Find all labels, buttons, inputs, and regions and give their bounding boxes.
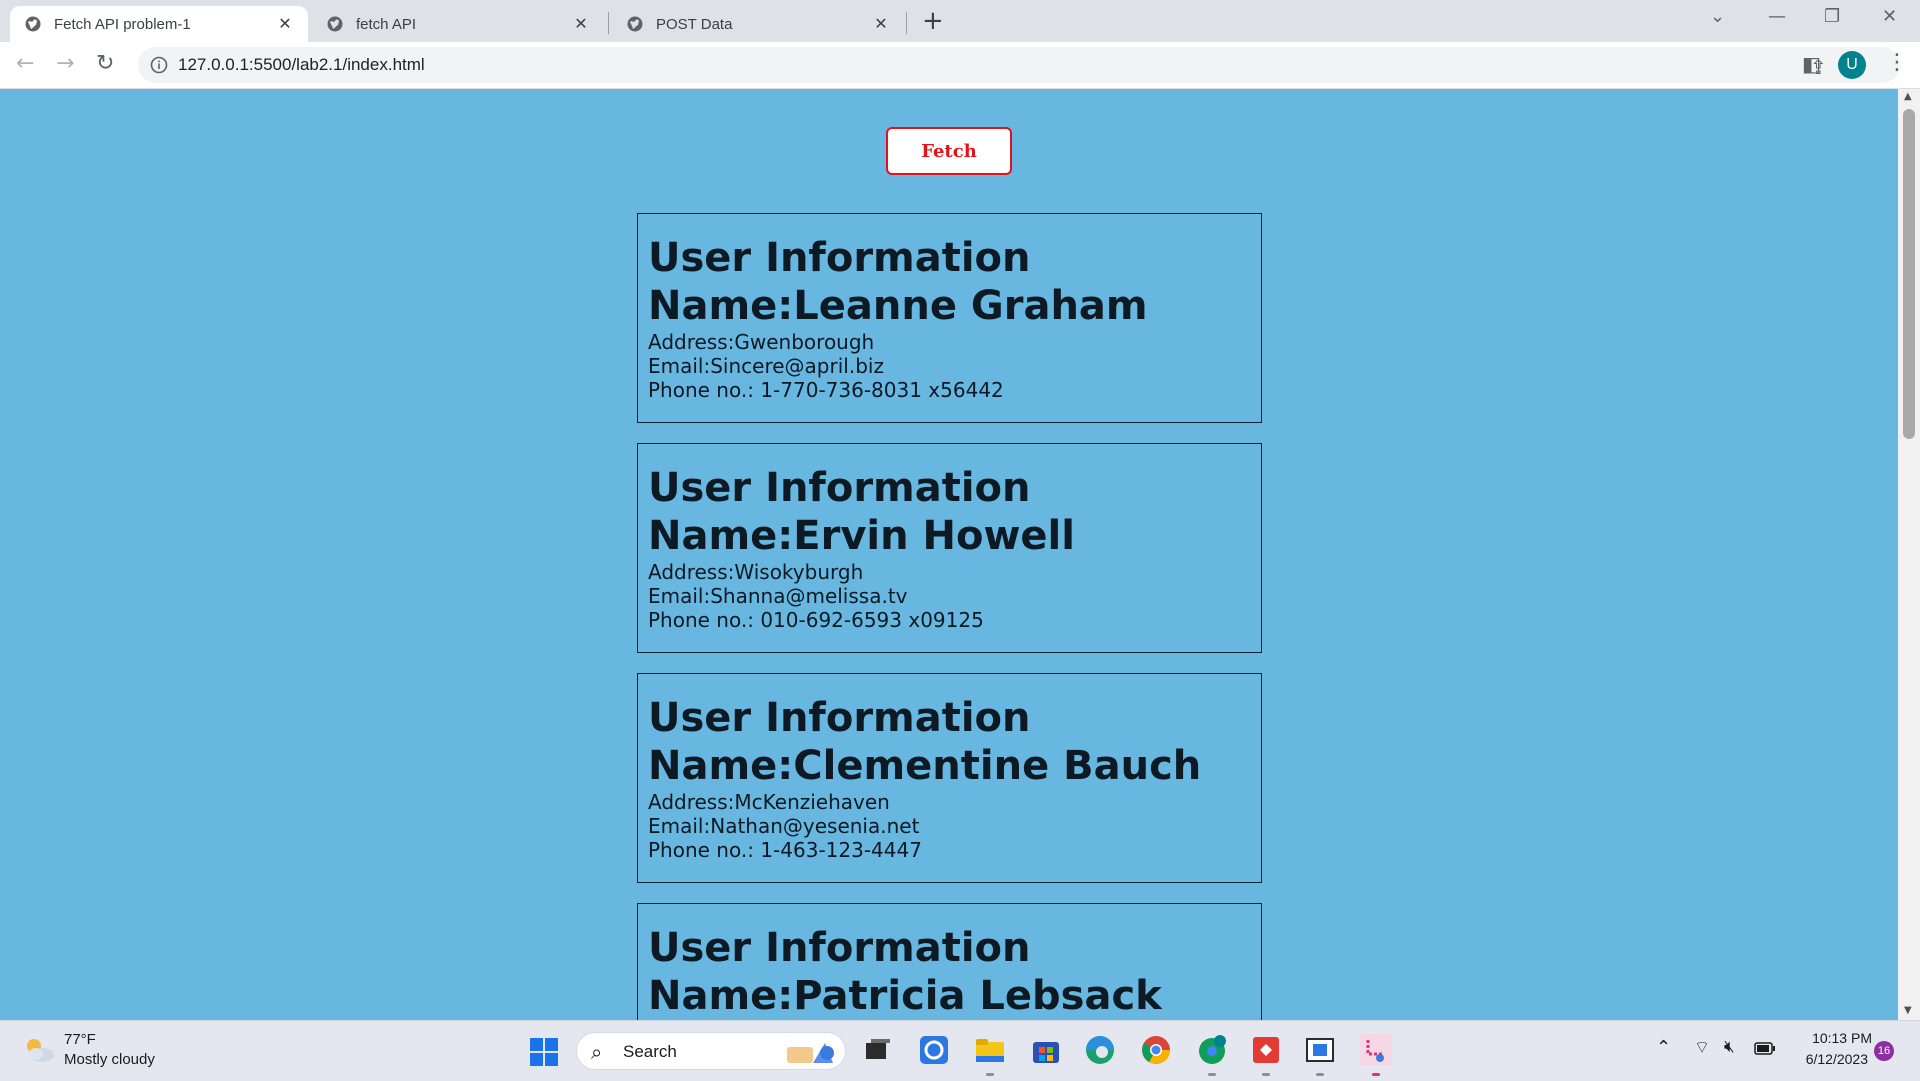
user-email: Email:Shanna@melissa.tv xyxy=(648,584,908,608)
tab-separator xyxy=(608,12,609,34)
fetch-button[interactable]: Fetch xyxy=(886,127,1012,175)
user-name: Name:Leanne Graham xyxy=(648,283,1148,329)
search-icon: ⌕ xyxy=(591,1040,603,1064)
tab-title: fetch API xyxy=(356,15,417,33)
user-address: Address:Wisokyburgh xyxy=(648,560,864,584)
globe-icon xyxy=(25,16,41,32)
user-card: User Information Name:Patricia Lebsack xyxy=(637,903,1262,1020)
back-arrow-icon[interactable]: ← xyxy=(16,52,34,76)
show-hidden-icons-chevron-icon[interactable]: ⌃ xyxy=(1656,1037,1671,1058)
clock-date[interactable]: 6/12/2023 xyxy=(1792,1051,1868,1067)
app-window-icon[interactable] xyxy=(1304,1034,1336,1066)
task-view-icon[interactable] xyxy=(862,1034,894,1066)
user-address: Address:McKenziehaven xyxy=(648,790,890,814)
scroll-up-arrow-icon[interactable]: ▲ xyxy=(1904,91,1912,102)
store-icon[interactable] xyxy=(1030,1034,1062,1066)
minimize-icon[interactable]: — xyxy=(1768,6,1786,27)
user-email: Email:Sincere@april.biz xyxy=(648,354,884,378)
chrome-icon[interactable] xyxy=(1140,1034,1172,1066)
scrollbar-thumb[interactable] xyxy=(1903,109,1915,439)
reload-icon[interactable]: ↻ xyxy=(96,52,114,76)
close-tab-icon[interactable]: ✕ xyxy=(572,14,590,34)
restore-icon[interactable]: ❐ xyxy=(1824,6,1840,27)
tab-fetch-api-problem-1[interactable]: Fetch API problem-1 ✕ xyxy=(10,6,308,42)
tab-separator xyxy=(906,12,907,34)
user-name: Name:Patricia Lebsack xyxy=(648,973,1162,1019)
user-phone: Phone no.: 1-463-123-4447 xyxy=(648,838,922,862)
scroll-down-arrow-icon[interactable]: ▼ xyxy=(1904,1005,1912,1016)
user-card-heading: User Information xyxy=(648,925,1031,971)
tab-title: Fetch API problem-1 xyxy=(54,15,191,33)
search-highlight-icon xyxy=(787,1043,834,1063)
side-panel-icon[interactable]: ◧ xyxy=(1802,52,1821,76)
user-address: Address:Gwenborough xyxy=(648,330,875,354)
git-icon[interactable] xyxy=(1250,1034,1282,1066)
taskbar-search-label: Search xyxy=(623,1042,677,1061)
profile-avatar[interactable]: U xyxy=(1838,51,1866,79)
user-card: User Information Name:Leanne Graham Addr… xyxy=(637,213,1262,423)
address-bar[interactable]: 127.0.0.1:5500/lab2.1/index.html ⇪ ☆ xyxy=(138,47,1900,83)
tab-search-chevron-icon[interactable]: ⌄ xyxy=(1710,6,1725,27)
browser-tab-strip: Fetch API problem-1 ✕ fetch API ✕ POST D… xyxy=(0,0,1920,42)
taskbar-search-box[interactable]: ⌕ Search xyxy=(576,1032,846,1070)
browser-toolbar: ← → ↻ 127.0.0.1:5500/lab2.1/index.html ⇪… xyxy=(0,42,1920,89)
tab-title: POST Data xyxy=(656,15,733,33)
close-window-icon[interactable]: ✕ xyxy=(1882,6,1897,27)
running-indicator xyxy=(1262,1073,1270,1076)
running-indicator xyxy=(1208,1073,1216,1076)
running-indicator xyxy=(1316,1073,1324,1076)
user-card-heading: User Information xyxy=(648,235,1031,281)
tab-post-data[interactable]: POST Data ✕ xyxy=(612,6,904,42)
user-card: User Information Name:Clementine Bauch A… xyxy=(637,673,1262,883)
user-card-heading: User Information xyxy=(648,695,1031,741)
volume-muted-icon[interactable]: 🔇︎ xyxy=(1724,1037,1735,1057)
user-phone: Phone no.: 1-770-736-8031 x56442 xyxy=(648,378,1004,402)
kebab-menu-icon[interactable]: ⋮ xyxy=(1886,50,1908,75)
chrome-profile-icon[interactable] xyxy=(1196,1034,1228,1066)
info-icon[interactable] xyxy=(150,56,168,74)
snipping-tool-icon[interactable] xyxy=(1360,1034,1392,1066)
new-tab-plus-icon[interactable]: + xyxy=(922,8,944,34)
user-card: User Information Name:Ervin Howell Addre… xyxy=(637,443,1262,653)
user-card-heading: User Information xyxy=(648,465,1031,511)
sync-app-icon[interactable] xyxy=(918,1034,950,1066)
close-tab-icon[interactable]: ✕ xyxy=(872,14,890,34)
globe-icon xyxy=(327,16,343,32)
running-indicator xyxy=(1372,1073,1380,1076)
user-name: Name:Clementine Bauch xyxy=(648,743,1202,789)
globe-icon xyxy=(627,16,643,32)
windows-taskbar: 77°F Mostly cloudy ⌕ Search ⌃ ⌔ 🔇︎ 10:13… xyxy=(0,1020,1920,1081)
running-indicator xyxy=(986,1073,994,1076)
page-viewport: Fetch User Information Name:Leanne Graha… xyxy=(0,89,1898,1020)
vertical-scrollbar[interactable]: ▲ ▼ xyxy=(1898,89,1920,1020)
forward-arrow-icon[interactable]: → xyxy=(56,52,74,76)
user-name: Name:Ervin Howell xyxy=(648,513,1075,559)
close-tab-icon[interactable]: ✕ xyxy=(276,14,294,34)
edge-icon[interactable] xyxy=(1084,1034,1116,1066)
file-explorer-icon[interactable] xyxy=(974,1034,1006,1066)
user-phone: Phone no.: 010-692-6593 x09125 xyxy=(648,608,984,632)
user-email: Email:Nathan@yesenia.net xyxy=(648,814,920,838)
wifi-icon[interactable]: ⌔ xyxy=(1694,1037,1710,1058)
clock-time[interactable]: 10:13 PM xyxy=(1792,1030,1872,1046)
url-text[interactable]: 127.0.0.1:5500/lab2.1/index.html xyxy=(178,55,425,75)
battery-icon[interactable] xyxy=(1754,1042,1776,1055)
weather-temperature[interactable]: 77°F xyxy=(64,1031,96,1048)
tab-fetch-api[interactable]: fetch API ✕ xyxy=(312,6,604,42)
partly-cloudy-icon[interactable] xyxy=(22,1035,56,1065)
windows-start-icon[interactable] xyxy=(530,1038,558,1066)
weather-condition[interactable]: Mostly cloudy xyxy=(64,1051,155,1068)
notification-badge[interactable]: 16 xyxy=(1874,1041,1894,1061)
